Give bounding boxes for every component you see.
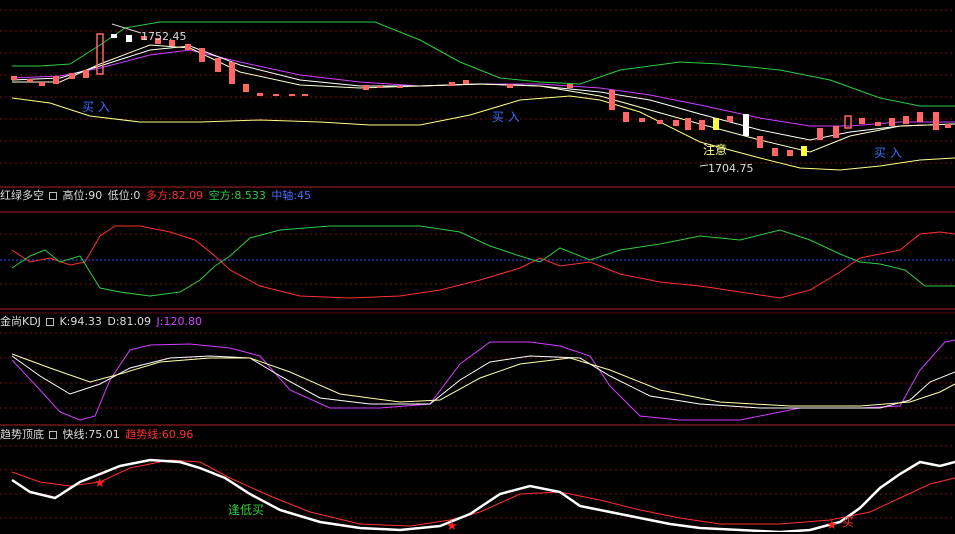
buy-signal-3: 买 入 — [874, 146, 902, 160]
ma-long-line — [11, 49, 955, 127]
candle-bar — [377, 86, 383, 88]
high-price-label: 1752.45 — [141, 30, 187, 43]
candle-bar — [699, 120, 705, 130]
candle-bar — [363, 85, 369, 90]
collapse-toggle-icon[interactable] — [49, 192, 57, 200]
candle-bar — [727, 116, 733, 122]
candle-bar — [449, 82, 455, 86]
candle-bar — [257, 93, 263, 96]
indicator-red-green-name: 红绿多空 — [0, 189, 44, 202]
candle-bar — [302, 94, 308, 96]
buy-signal-2: 买 入 — [492, 110, 520, 124]
indicator-red-green-header: 红绿多空 高位:90 低位:0 多方:82.09 空方:8.533 中轴:45 — [0, 189, 313, 203]
field-low: 低位:0 — [107, 189, 141, 202]
candle-bar — [657, 120, 663, 124]
low-pointer-line — [699, 164, 709, 167]
candle-bar — [713, 118, 719, 130]
candle-bar — [609, 90, 615, 110]
indicator-trend-header: 趋势顶底 快线:75.01 趋势线:60.96 — [0, 428, 195, 442]
candle-bar — [69, 73, 75, 79]
candle-bar — [889, 118, 895, 126]
candle-bar — [39, 82, 45, 86]
signal-buy-low: 逢低买 — [228, 503, 265, 517]
candle-bar — [673, 120, 679, 126]
indicator-kdj-header: 金尚KDJ K:94.33 D:81.09 J:120.80 — [0, 315, 204, 329]
bear-line — [11, 225, 955, 297]
candle-bar — [507, 84, 513, 88]
candle-bar — [463, 80, 469, 84]
candle-bar — [397, 86, 403, 88]
low-price-label: 1704.75 — [708, 162, 754, 175]
trend-line — [11, 459, 955, 527]
field-trend: 趋势线:60.96 — [125, 428, 194, 441]
bull-line — [11, 225, 955, 299]
candle-bar — [917, 112, 923, 122]
candle-bar — [933, 112, 939, 130]
candle-bar — [801, 146, 807, 156]
high-pointer-line — [111, 23, 142, 34]
candle-bar — [243, 84, 249, 92]
candle-bar — [945, 124, 951, 128]
candle-bar — [185, 44, 191, 50]
candle-bar — [817, 128, 823, 140]
field-d: D:81.09 — [107, 315, 152, 328]
candle-bar — [787, 150, 793, 156]
collapse-toggle-icon[interactable] — [45, 318, 54, 326]
candle-bar — [199, 48, 205, 62]
field-fast: 快线:75.01 — [62, 428, 120, 441]
field-bear: 空方:8.533 — [208, 189, 266, 202]
indicator-trend-name: 趋势顶底 — [0, 428, 44, 441]
candle-bar — [83, 70, 89, 78]
candle-bar — [273, 94, 279, 96]
field-axis: 中轴:45 — [271, 189, 312, 202]
warning-label: 注意 — [703, 143, 728, 157]
star-icon: ★ — [94, 476, 106, 491]
candle-bar — [126, 35, 132, 42]
candle-bar — [859, 118, 865, 124]
signal-buy: 买 — [842, 515, 855, 529]
field-j: J:120.80 — [156, 315, 202, 328]
candle-bar — [567, 84, 573, 88]
candle-bar — [833, 126, 839, 138]
candle-bar — [639, 118, 645, 122]
candle-bar — [623, 112, 629, 122]
star-icon: ★ — [446, 519, 458, 534]
candle-bar — [215, 58, 221, 72]
buy-signal-1: 买 入 — [82, 100, 110, 114]
candle-bar — [111, 34, 117, 38]
indicator-kdj-name: 金尚KDJ — [0, 315, 41, 328]
candle-bar — [53, 76, 59, 84]
candle-bar — [772, 148, 778, 156]
candle-bar — [229, 62, 235, 84]
candle-bar — [27, 79, 33, 82]
field-high: 高位:90 — [62, 189, 103, 202]
stock-chart — [0, 9, 955, 532]
candle-bar — [875, 122, 881, 126]
bollinger-lower-line — [11, 95, 955, 171]
field-bull: 多方:82.09 — [145, 189, 204, 202]
candle-bar — [743, 114, 749, 136]
candle-bar — [757, 136, 763, 148]
candle-bar — [289, 94, 295, 96]
ma-short-line — [12, 44, 955, 153]
candle-bar — [685, 118, 691, 130]
candle-bar — [11, 76, 17, 80]
star-icon: ★ — [826, 518, 838, 533]
field-k: K:94.33 — [59, 315, 102, 328]
collapse-toggle-icon[interactable] — [49, 431, 57, 439]
candle-bar — [903, 116, 909, 124]
